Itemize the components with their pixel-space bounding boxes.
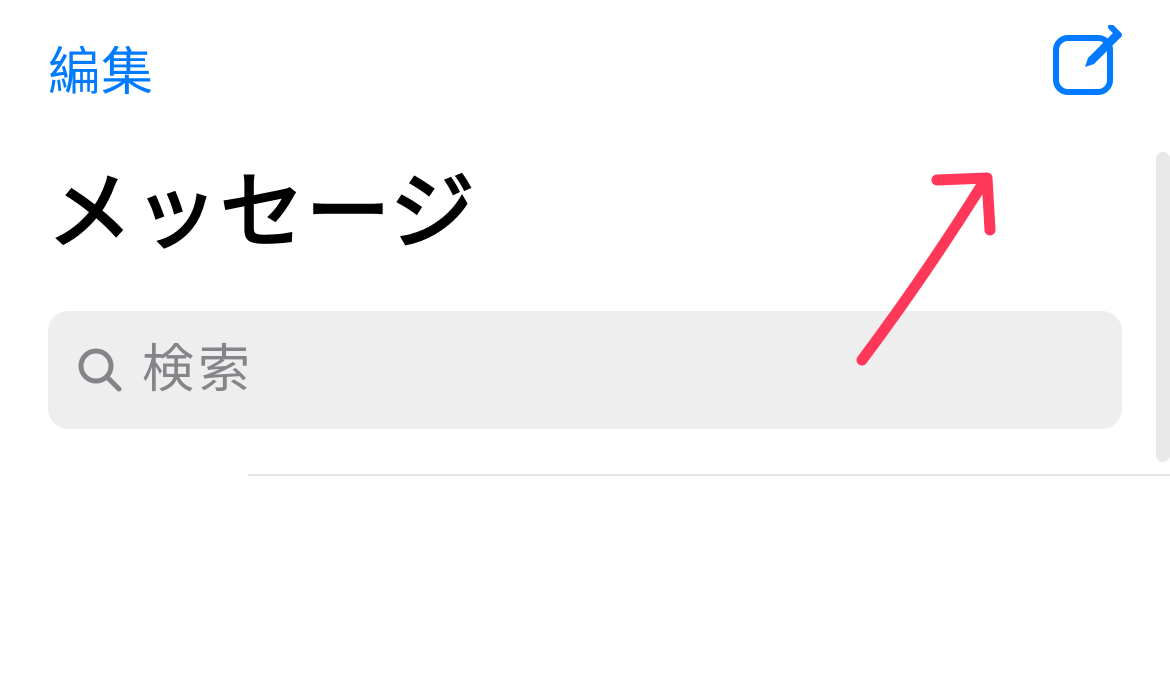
search-icon <box>76 346 124 394</box>
list-divider <box>248 474 1170 476</box>
scrollbar[interactable] <box>1156 152 1170 462</box>
page-title: メッセージ <box>48 145 1122 266</box>
header: 編集 <box>0 0 1170 105</box>
compose-button[interactable] <box>1049 25 1122 101</box>
compose-icon <box>1049 86 1122 101</box>
edit-button[interactable]: 編集 <box>48 30 154 105</box>
search-input[interactable] <box>142 340 1094 400</box>
title-container: メッセージ <box>0 105 1170 286</box>
search-container[interactable] <box>48 311 1122 429</box>
